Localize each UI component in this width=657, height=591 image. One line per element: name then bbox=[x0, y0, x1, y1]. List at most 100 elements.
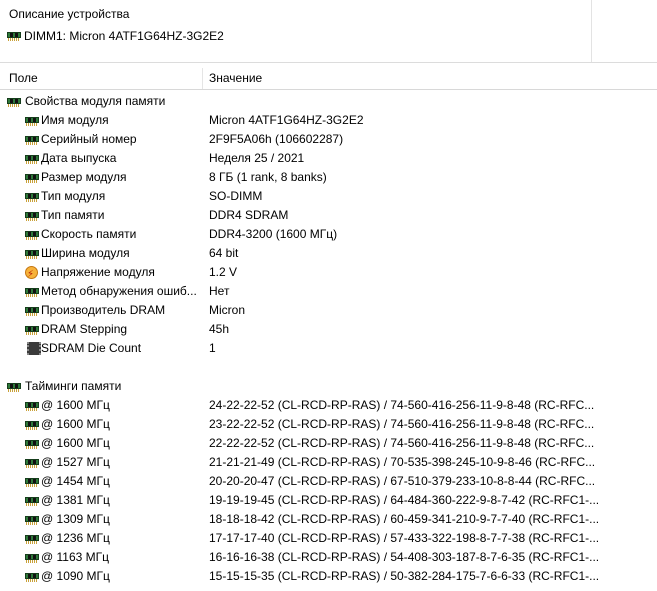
memory-module-icon bbox=[25, 571, 39, 583]
chip-icon bbox=[27, 342, 41, 355]
memory-module-icon bbox=[7, 96, 21, 108]
memory-module-icon bbox=[25, 191, 39, 203]
list-item[interactable]: @ 1527 МГц 21-21-21-49 (CL-RCD-RP-RAS) / … bbox=[0, 453, 657, 472]
memory-module-icon bbox=[25, 324, 39, 336]
item-icon-wrap bbox=[25, 342, 41, 361]
list-item[interactable]: @ 1309 МГц 18-18-18-42 (CL-RCD-RP-RAS) / … bbox=[0, 510, 657, 529]
item-field: Скорость памяти bbox=[41, 227, 137, 241]
memory-module-icon bbox=[25, 115, 39, 127]
item-field: @ 1309 МГц bbox=[41, 512, 110, 526]
memory-module-icon bbox=[25, 400, 39, 412]
header-divider bbox=[0, 89, 657, 90]
item-value: 20-20-20-47 (CL-RCD-RP-RAS) / 67-510-379… bbox=[209, 474, 596, 488]
list-item[interactable]: Метод обнаружения ошиб... Нет bbox=[0, 282, 657, 301]
panel-divider bbox=[591, 0, 592, 62]
memory-module-icon bbox=[25, 419, 39, 431]
item-field: Имя модуля bbox=[41, 113, 109, 127]
item-field: @ 1236 МГц bbox=[41, 531, 110, 545]
column-resize-handle[interactable] bbox=[202, 68, 203, 89]
item-field: Метод обнаружения ошиб... bbox=[41, 284, 197, 298]
item-field: Серийный номер bbox=[41, 132, 137, 146]
list-item[interactable]: Скорость памяти DDR4-3200 (1600 МГц) bbox=[0, 225, 657, 244]
column-header-field[interactable]: Поле bbox=[9, 71, 38, 85]
memory-module-icon bbox=[25, 476, 39, 488]
item-field: @ 1600 МГц bbox=[41, 398, 110, 412]
device-description-panel: Описание устройства DIMM1: Micron 4ATF1G… bbox=[0, 0, 657, 62]
memory-module-icon bbox=[25, 248, 39, 260]
item-value: Micron 4ATF1G64HZ-3G2E2 bbox=[209, 113, 364, 127]
item-field: DRAM Stepping bbox=[41, 322, 128, 336]
item-field: @ 1163 МГц bbox=[41, 550, 110, 564]
list-item[interactable]: Размер модуля 8 ГБ (1 rank, 8 banks) bbox=[0, 168, 657, 187]
item-field: Тип памяти bbox=[41, 208, 105, 222]
memory-module-icon bbox=[25, 210, 39, 222]
list-item[interactable]: Напряжение модуля 1.2 V bbox=[0, 263, 657, 284]
item-value: 18-18-18-42 (CL-RCD-RP-RAS) / 60-459-341… bbox=[209, 512, 600, 526]
item-value: 1 bbox=[209, 341, 216, 355]
item-value: Неделя 25 / 2021 bbox=[209, 151, 305, 165]
item-value: 1.2 V bbox=[209, 265, 238, 279]
item-value: 17-17-17-40 (CL-RCD-RP-RAS) / 57-433-322… bbox=[209, 531, 600, 545]
memory-module-icon bbox=[7, 30, 21, 42]
memory-module-icon bbox=[7, 381, 21, 393]
list-item[interactable]: Производитель DRAM Micron bbox=[0, 301, 657, 320]
item-value: DDR4 SDRAM bbox=[209, 208, 289, 222]
item-value: 19-19-19-45 (CL-RCD-RP-RAS) / 64-484-360… bbox=[209, 493, 600, 507]
item-value: Нет bbox=[209, 284, 230, 298]
list-item[interactable]: Серийный номер 2F9F5A06h (106602287) bbox=[0, 130, 657, 149]
group-title: Тайминги памяти bbox=[25, 379, 122, 393]
group-header[interactable]: Свойства модуля памяти bbox=[0, 92, 657, 111]
device-entry-label: DIMM1: Micron 4ATF1G64HZ-3G2E2 bbox=[24, 29, 224, 43]
list-item[interactable]: @ 1090 МГц 15-15-15-35 (CL-RCD-RP-RAS) / … bbox=[0, 567, 657, 586]
list-item[interactable]: Имя модуля Micron 4ATF1G64HZ-3G2E2 bbox=[0, 111, 657, 130]
item-field: SDRAM Die Count bbox=[41, 341, 142, 355]
memory-module-icon bbox=[25, 305, 39, 317]
memory-module-icon bbox=[25, 134, 39, 146]
item-value: 15-15-15-35 (CL-RCD-RP-RAS) / 50-382-284… bbox=[209, 569, 600, 583]
memory-module-icon bbox=[25, 153, 39, 165]
list-item[interactable]: @ 1600 МГц 23-22-22-52 (CL-RCD-RP-RAS) / … bbox=[0, 415, 657, 434]
item-field: @ 1454 МГц bbox=[41, 474, 110, 488]
item-value: DDR4-3200 (1600 МГц) bbox=[209, 227, 338, 241]
list-item[interactable]: Ширина модуля 64 bit bbox=[0, 244, 657, 263]
memory-module-icon bbox=[25, 533, 39, 545]
memory-module-icon bbox=[25, 172, 39, 184]
column-header-value[interactable]: Значение bbox=[209, 71, 262, 85]
item-field: Производитель DRAM bbox=[41, 303, 166, 317]
list-item[interactable]: SDRAM Die Count 1 bbox=[0, 339, 657, 358]
item-field: @ 1090 МГц bbox=[41, 569, 110, 583]
item-value: 8 ГБ (1 rank, 8 banks) bbox=[209, 170, 327, 184]
list-item[interactable]: @ 1454 МГц 20-20-20-47 (CL-RCD-RP-RAS) / … bbox=[0, 472, 657, 491]
item-value: 23-22-22-52 (CL-RCD-RP-RAS) / 74-560-416… bbox=[209, 417, 595, 431]
memory-module-icon bbox=[25, 457, 39, 469]
device-description-title: Описание устройства bbox=[9, 7, 130, 21]
item-value: 24-22-22-52 (CL-RCD-RP-RAS) / 74-560-416… bbox=[209, 398, 595, 412]
list-item[interactable]: @ 1163 МГц 16-16-16-38 (CL-RCD-RP-RAS) / … bbox=[0, 548, 657, 567]
memory-module-icon bbox=[25, 495, 39, 507]
group-header[interactable]: Тайминги памяти bbox=[0, 377, 657, 396]
item-field: Дата выпуска bbox=[41, 151, 117, 165]
memory-module-icon bbox=[25, 514, 39, 526]
memory-module-icon bbox=[25, 286, 39, 298]
list-item[interactable]: @ 1381 МГц 19-19-19-45 (CL-RCD-RP-RAS) / … bbox=[0, 491, 657, 510]
list-item[interactable]: Дата выпуска Неделя 25 / 2021 bbox=[0, 149, 657, 168]
list-item[interactable]: DRAM Stepping 45h bbox=[0, 320, 657, 339]
memory-module-icon bbox=[25, 229, 39, 241]
item-value: 21-21-21-49 (CL-RCD-RP-RAS) / 70-535-398… bbox=[209, 455, 596, 469]
list-item[interactable]: @ 1236 МГц 17-17-17-40 (CL-RCD-RP-RAS) / … bbox=[0, 529, 657, 548]
list-item[interactable]: @ 1600 МГц 24-22-22-52 (CL-RCD-RP-RAS) / … bbox=[0, 396, 657, 415]
item-field: @ 1600 МГц bbox=[41, 436, 110, 450]
list-item[interactable]: Тип модуля SO-DIMM bbox=[0, 187, 657, 206]
item-field: Размер модуля bbox=[41, 170, 127, 184]
properties-list[interactable]: Поле Значение Свойства модуля памяти Имя … bbox=[0, 63, 657, 591]
memory-module-icon bbox=[25, 552, 39, 564]
item-field: @ 1527 МГц bbox=[41, 455, 110, 469]
item-value: 64 bit bbox=[209, 246, 239, 260]
list-item[interactable]: Тип памяти DDR4 SDRAM bbox=[0, 206, 657, 225]
item-icon-wrap bbox=[25, 570, 39, 589]
item-value: SO-DIMM bbox=[209, 189, 263, 203]
item-value: Micron bbox=[209, 303, 246, 317]
list-item[interactable]: @ 1600 МГц 22-22-22-52 (CL-RCD-RP-RAS) / … bbox=[0, 434, 657, 453]
device-entry[interactable]: DIMM1: Micron 4ATF1G64HZ-3G2E2 bbox=[7, 29, 224, 43]
item-field: @ 1600 МГц bbox=[41, 417, 110, 431]
